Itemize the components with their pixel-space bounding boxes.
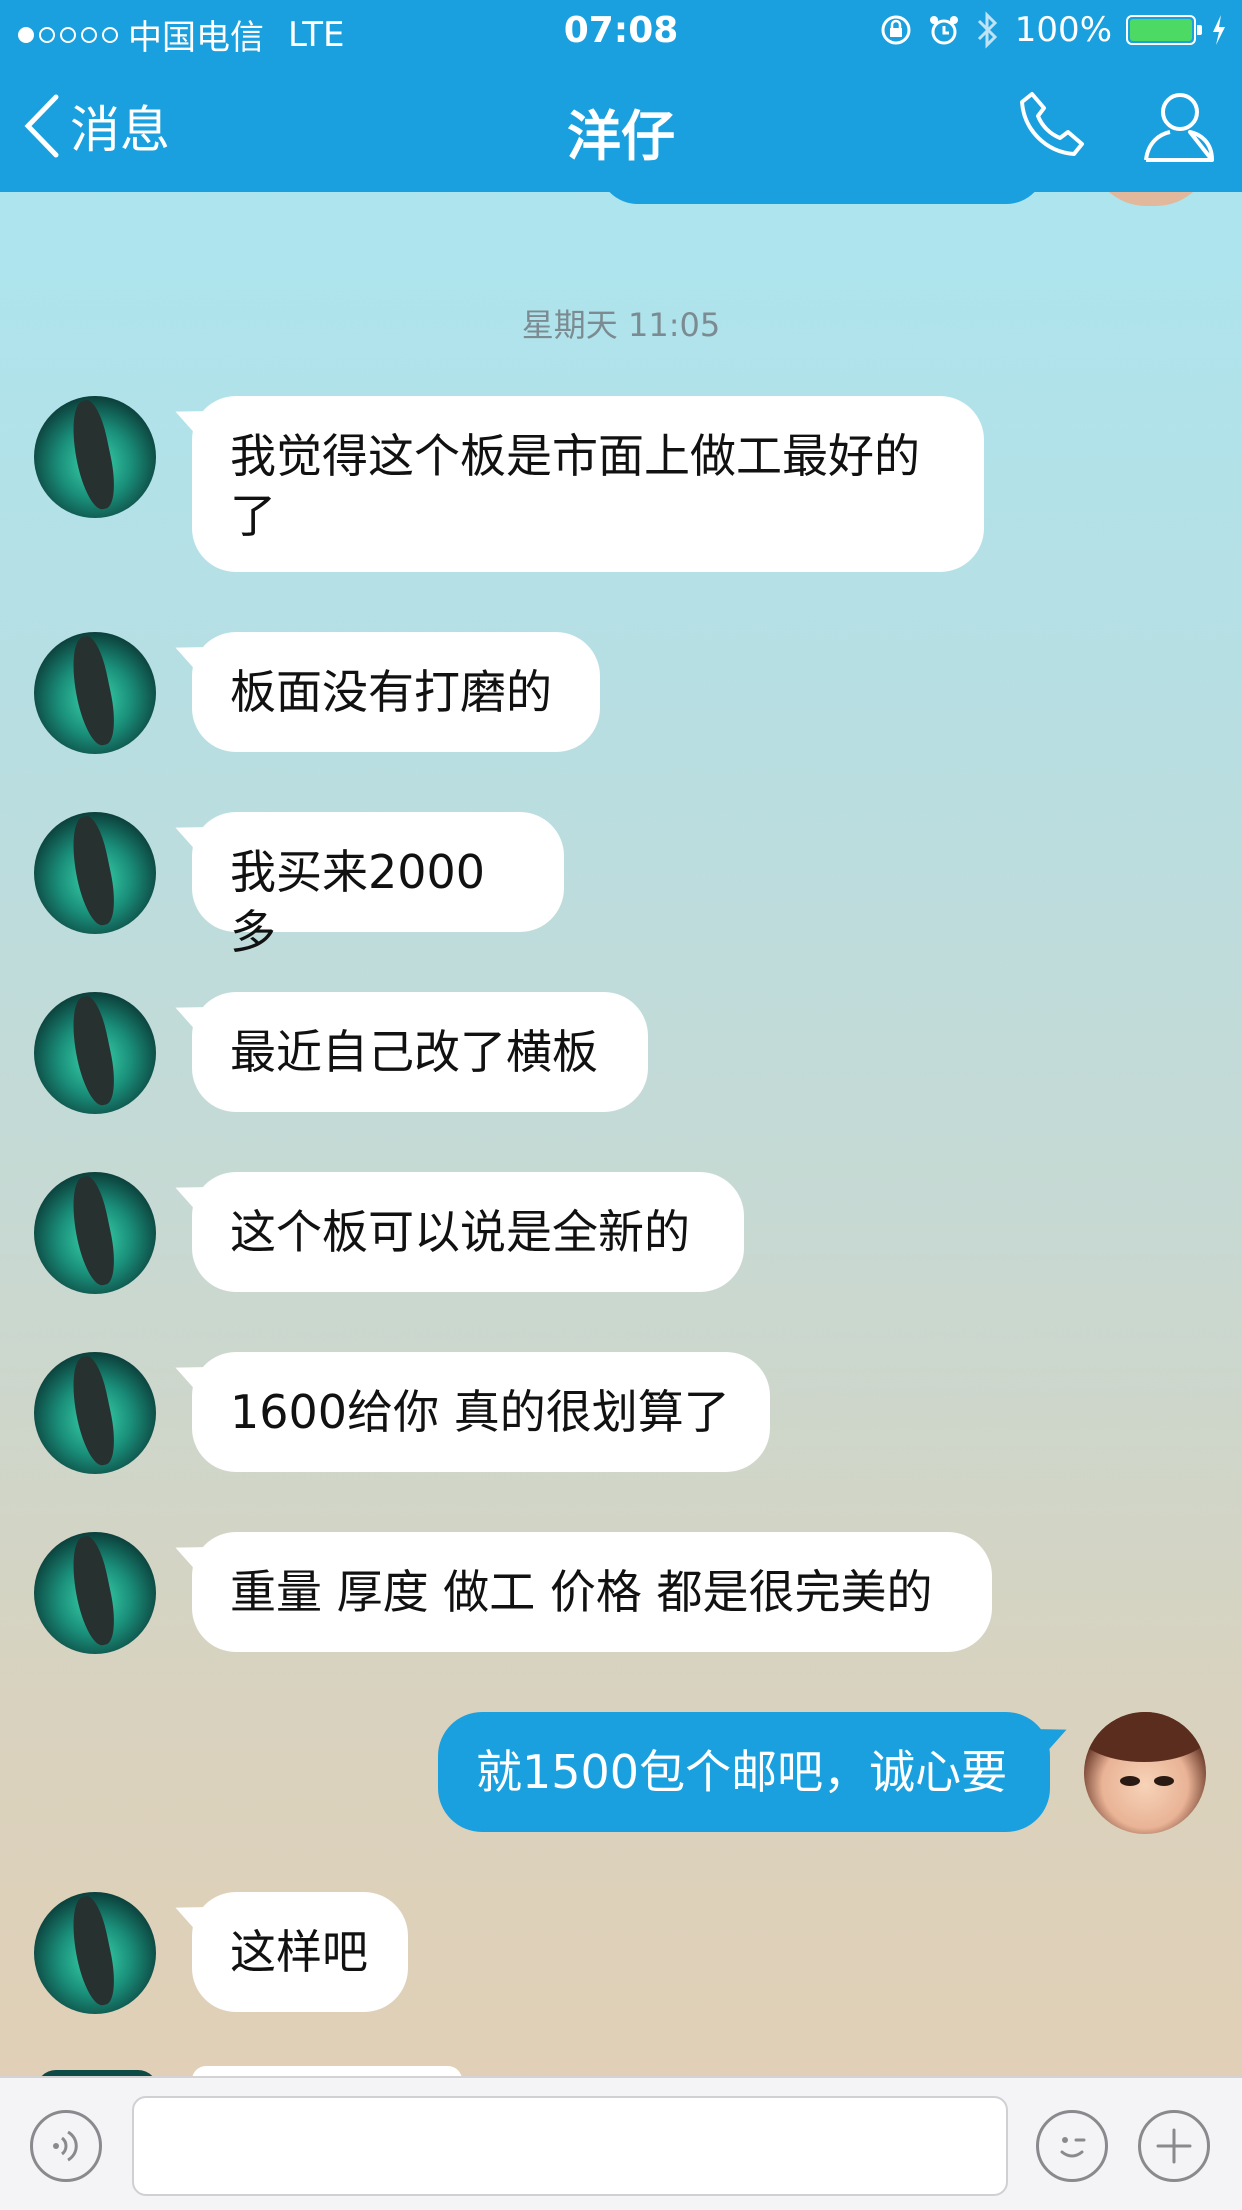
profile-icon[interactable] <box>1140 88 1216 164</box>
message-bubble[interactable]: 这个板可以说是全新的 <box>192 1172 744 1292</box>
header: 中国电信 LTE 07:08 100% 消息 洋仔 <box>0 0 1242 192</box>
voice-icon <box>53 2130 78 2162</box>
message-bubble[interactable]: 最近自己改了横板 <box>192 992 648 1112</box>
message-text: 板面没有打磨的 <box>230 665 552 719</box>
message-bubble[interactable]: 这样吧 <box>192 1892 408 2012</box>
message-bubble[interactable]: 板面没有打磨的 <box>192 632 600 752</box>
bluetooth-icon <box>977 11 997 49</box>
rotation-lock-icon <box>881 15 911 45</box>
battery-percent: 100% <box>1014 10 1112 50</box>
message-bubble[interactable]: 我买来2000多 <box>192 812 564 959</box>
message-text: 这个板可以说是全新的 <box>230 1205 690 1259</box>
message-bubble[interactable]: 重量 厚度 做工 价格 都是很完美的 <box>192 1532 992 1652</box>
emoji-button[interactable] <box>1036 2110 1108 2182</box>
battery-icon <box>1126 15 1202 45</box>
message-text: 1600给你 真的很划算了 <box>230 1385 730 1439</box>
charging-bolt-icon <box>1213 15 1225 45</box>
contact-avatar[interactable] <box>34 1532 156 1654</box>
message-text: 我觉得这个板是市面上做工最好的了 <box>230 429 920 543</box>
message-text: 最近自己改了横板 <box>230 1025 598 1079</box>
battery-level <box>1130 19 1192 41</box>
status-right: 100% <box>879 10 1228 50</box>
message-text: 就1500包个邮吧，诚心要 <box>476 1745 1008 1799</box>
chat-timestamp: 星期天 11:05 <box>521 306 721 344</box>
contact-avatar[interactable] <box>34 812 156 934</box>
sent-message-bubble[interactable]: 就1500包个邮吧，诚心要 <box>438 1712 1050 1832</box>
message-bubble[interactable]: 我觉得这个板是市面上做工最好的了 <box>192 396 984 572</box>
input-bar <box>0 2076 1242 2210</box>
phone-icon[interactable] <box>1016 88 1088 160</box>
contact-avatar[interactable] <box>34 396 156 518</box>
alarm-icon <box>929 16 958 45</box>
message-text: 我买来2000多 <box>230 845 486 959</box>
message-text: 重量 厚度 做工 价格 都是很完美的 <box>230 1565 933 1619</box>
message-bubble[interactable]: 1600给你 真的很划算了 <box>192 1352 770 1472</box>
message-text: 这样吧 <box>230 1925 368 1979</box>
add-button[interactable] <box>1138 2110 1210 2182</box>
contact-avatar[interactable] <box>34 1172 156 1294</box>
message-input[interactable] <box>132 2096 1008 2196</box>
contact-avatar[interactable] <box>34 632 156 754</box>
my-avatar[interactable] <box>1084 1712 1206 1834</box>
nav-bar: 消息 洋仔 <box>0 62 1242 192</box>
contact-avatar[interactable] <box>34 992 156 1114</box>
voice-button[interactable] <box>30 2110 102 2182</box>
emoji-icon <box>1060 2137 1086 2158</box>
plus-icon <box>1156 2128 1192 2164</box>
status-bar: 中国电信 LTE 07:08 100% <box>0 0 1242 62</box>
contact-avatar[interactable] <box>34 1892 156 2014</box>
contact-avatar[interactable] <box>34 1352 156 1474</box>
